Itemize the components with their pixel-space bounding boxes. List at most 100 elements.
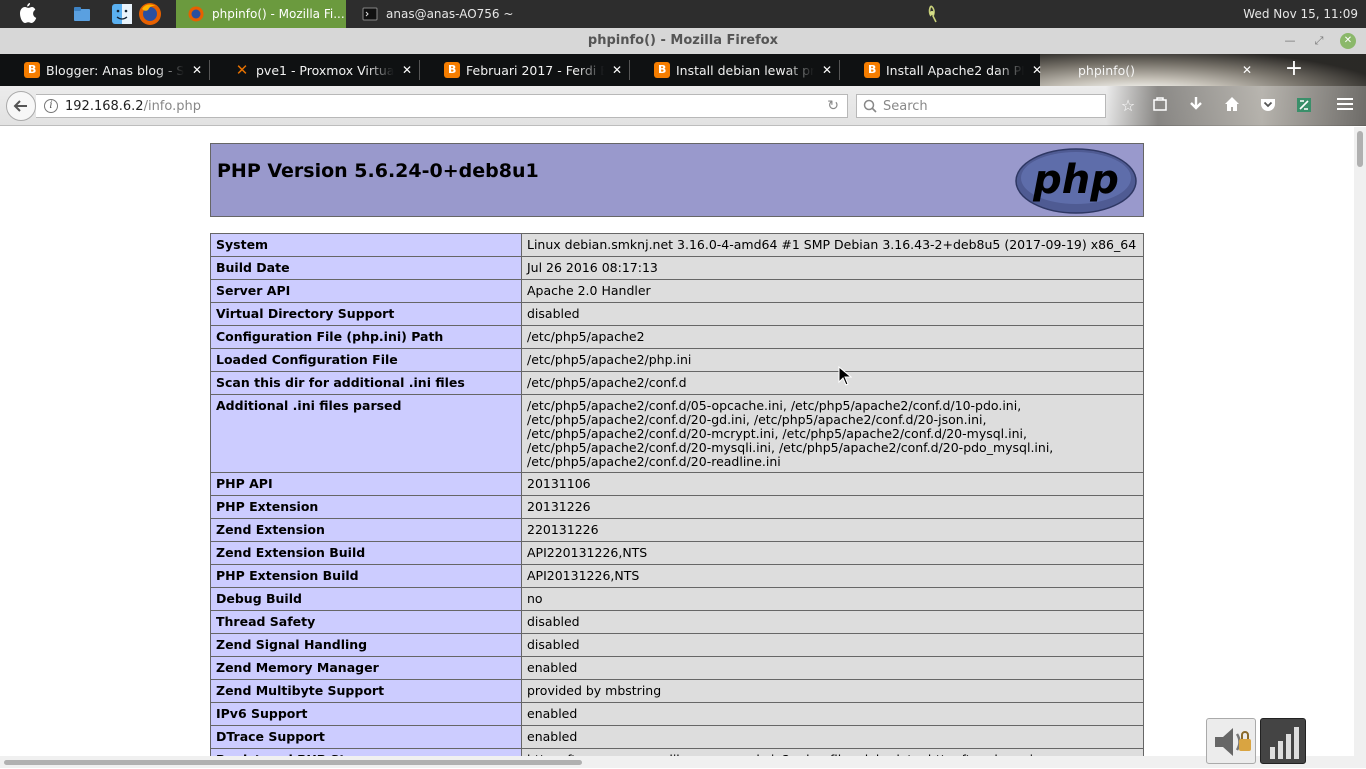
- firefox-icon[interactable]: [138, 2, 162, 26]
- proxmox-icon: ✕: [235, 61, 249, 79]
- row-key: Zend Extension Build: [210, 541, 522, 565]
- row-key: Zend Signal Handling: [210, 633, 522, 657]
- row-key: Zend Extension: [210, 518, 522, 542]
- search-input[interactable]: Search: [856, 94, 1106, 118]
- php-logo: php: [1015, 148, 1137, 214]
- tab-blogger[interactable]: Blogger: Anas blog - Semua ✕: [0, 54, 210, 86]
- close-tab-icon[interactable]: ✕: [612, 63, 622, 77]
- hamburger-menu-icon[interactable]: [1335, 96, 1355, 116]
- row-value: /etc/php5/apache2/conf.d/05-opcache.ini,…: [521, 394, 1144, 473]
- row-value: enabled: [521, 702, 1144, 726]
- close-tab-icon[interactable]: ✕: [192, 63, 202, 77]
- apple-icon[interactable]: [8, 2, 48, 26]
- table-row: Scan this dir for additional .ini files /…: [210, 371, 1144, 395]
- tab-label: Blogger: Anas blog - Semua: [46, 62, 184, 78]
- new-tab-button[interactable]: +: [1283, 58, 1305, 81]
- vertical-scrollbar[interactable]: [1354, 127, 1366, 756]
- blogger-icon: [864, 62, 880, 78]
- table-row: Registered PHP Streamshttps, ftps, compr…: [210, 748, 1144, 756]
- row-value: 20131106: [521, 472, 1144, 496]
- row-value: enabled: [521, 656, 1144, 680]
- tab-strip: Blogger: Anas blog - Semua ✕ ✕ pve1 - Pr…: [0, 54, 1366, 86]
- close-window-button[interactable]: ✕: [1340, 33, 1356, 49]
- tray-app-icon[interactable]: [922, 4, 940, 24]
- blogger-icon: [654, 62, 670, 78]
- row-value: /etc/php5/apache2: [521, 325, 1144, 349]
- close-tab-icon[interactable]: ✕: [1242, 63, 1252, 77]
- table-row: Server API Apache 2.0 Handler: [210, 279, 1144, 303]
- taskbar-item-terminal[interactable]: anas@anas-AO756 ~: [350, 0, 540, 28]
- table-row: Zend Multibyte Support provided by mbstri…: [210, 679, 1144, 703]
- reload-icon[interactable]: ↻: [827, 98, 839, 114]
- row-value: provided by mbstring: [521, 679, 1144, 703]
- url-bar[interactable]: i 192.168.6.2 /info.php ↻: [36, 94, 848, 118]
- row-value: disabled: [521, 610, 1144, 634]
- row-value: disabled: [521, 633, 1144, 657]
- row-key: PHP Extension: [210, 495, 522, 519]
- bookmark-star-icon[interactable]: ☆: [1118, 96, 1138, 116]
- row-value: API20131226,NTS: [521, 564, 1144, 588]
- maximize-button[interactable]: ⤢: [1311, 33, 1327, 49]
- row-key: Registered PHP Streams: [210, 748, 522, 756]
- clock[interactable]: Wed Nov 15, 11:09: [1243, 0, 1358, 28]
- close-tab-icon[interactable]: ✕: [1032, 63, 1042, 77]
- home-icon[interactable]: [1222, 96, 1242, 116]
- table-row: Thread Safety disabled: [210, 610, 1144, 634]
- row-key: Server API: [210, 279, 522, 303]
- download-icon[interactable]: [1186, 96, 1206, 116]
- row-value: 220131226: [521, 518, 1144, 542]
- table-row: Zend Memory Manager enabled: [210, 656, 1144, 680]
- volume-indicator[interactable]: [1206, 718, 1256, 764]
- row-value: no: [521, 587, 1144, 611]
- volume-icon: [1215, 728, 1251, 756]
- blogger-icon: [24, 62, 40, 78]
- close-tab-icon[interactable]: ✕: [402, 63, 412, 77]
- extension-icon[interactable]: [1294, 96, 1314, 116]
- tab-label: pve1 - Proxmox Virtual Envi: [256, 62, 394, 78]
- minimize-button[interactable]: —: [1282, 33, 1298, 49]
- info-icon[interactable]: i: [44, 99, 58, 113]
- blogger-icon: [444, 62, 460, 78]
- pocket-icon[interactable]: [1258, 96, 1278, 116]
- tab-install-apache[interactable]: Install Apache2 dan PHP di ✕: [840, 54, 1050, 86]
- network-indicator[interactable]: [1260, 718, 1306, 764]
- page-viewport[interactable]: PHP Version 5.6.24-0+deb8u1 php System Li…: [0, 127, 1354, 756]
- row-value: enabled: [521, 725, 1144, 749]
- row-key: Debug Build: [210, 587, 522, 611]
- table-row: Additional .ini files parsed/etc/php5/ap…: [210, 394, 1144, 473]
- row-key: Zend Memory Manager: [210, 656, 522, 680]
- back-arrow-icon: [13, 100, 27, 112]
- row-key: Additional .ini files parsed: [210, 394, 522, 473]
- back-button[interactable]: [6, 91, 36, 121]
- horizontal-scrollbar[interactable]: [0, 756, 1366, 768]
- firefox-icon: [188, 6, 204, 22]
- system-taskbar: phpinfo() - Mozilla Fi... anas@anas-AO75…: [0, 0, 1366, 28]
- row-key: Configuration File (php.ini) Path: [210, 325, 522, 349]
- table-row: Build Date Jul 26 2016 08:17:13: [210, 256, 1144, 280]
- library-icon[interactable]: [1150, 96, 1170, 116]
- signal-icon: [1270, 727, 1299, 759]
- tab-februari[interactable]: Februari 2017 - Ferdi BLC T ✕: [420, 54, 630, 86]
- taskbar-item-label: anas@anas-AO756 ~: [386, 7, 514, 21]
- tab-proxmox[interactable]: ✕ pve1 - Proxmox Virtual Envi ✕: [210, 54, 420, 86]
- tab-phpinfo[interactable]: phpinfo() ✕: [1050, 54, 1260, 86]
- table-row: DTrace Support enabled: [210, 725, 1144, 749]
- table-row: Zend Signal Handling disabled: [210, 633, 1144, 657]
- php-info-table: System Linux debian.smknj.net 3.16.0-4-am…: [210, 233, 1144, 756]
- table-row: Loaded Configuration File/etc/php5/apach…: [210, 348, 1144, 372]
- finder-icon[interactable]: [110, 2, 134, 26]
- taskbar-item-firefox[interactable]: phpinfo() - Mozilla Fi...: [176, 0, 346, 28]
- horizontal-scroll-thumb[interactable]: [4, 760, 582, 765]
- window-titlebar: phpinfo() - Mozilla Firefox — ⤢ ✕: [0, 28, 1366, 54]
- mouse-cursor-icon: [838, 366, 852, 386]
- table-row: Virtual Directory Support disabled: [210, 302, 1144, 326]
- vertical-scroll-thumb[interactable]: [1357, 131, 1363, 167]
- window-title: phpinfo() - Mozilla Firefox: [587, 33, 779, 48]
- table-row: System Linux debian.smknj.net 3.16.0-4-am…: [210, 233, 1144, 257]
- row-key: Thread Safety: [210, 610, 522, 634]
- close-tab-icon[interactable]: ✕: [822, 63, 832, 77]
- taskbar-item-label: phpinfo() - Mozilla Fi...: [212, 7, 345, 21]
- tab-install-debian[interactable]: Install debian lewat proxmo ✕: [630, 54, 840, 86]
- navigation-toolbar: i 192.168.6.2 /info.php ↻ Search ☆: [0, 86, 1366, 126]
- files-icon[interactable]: [70, 2, 94, 26]
